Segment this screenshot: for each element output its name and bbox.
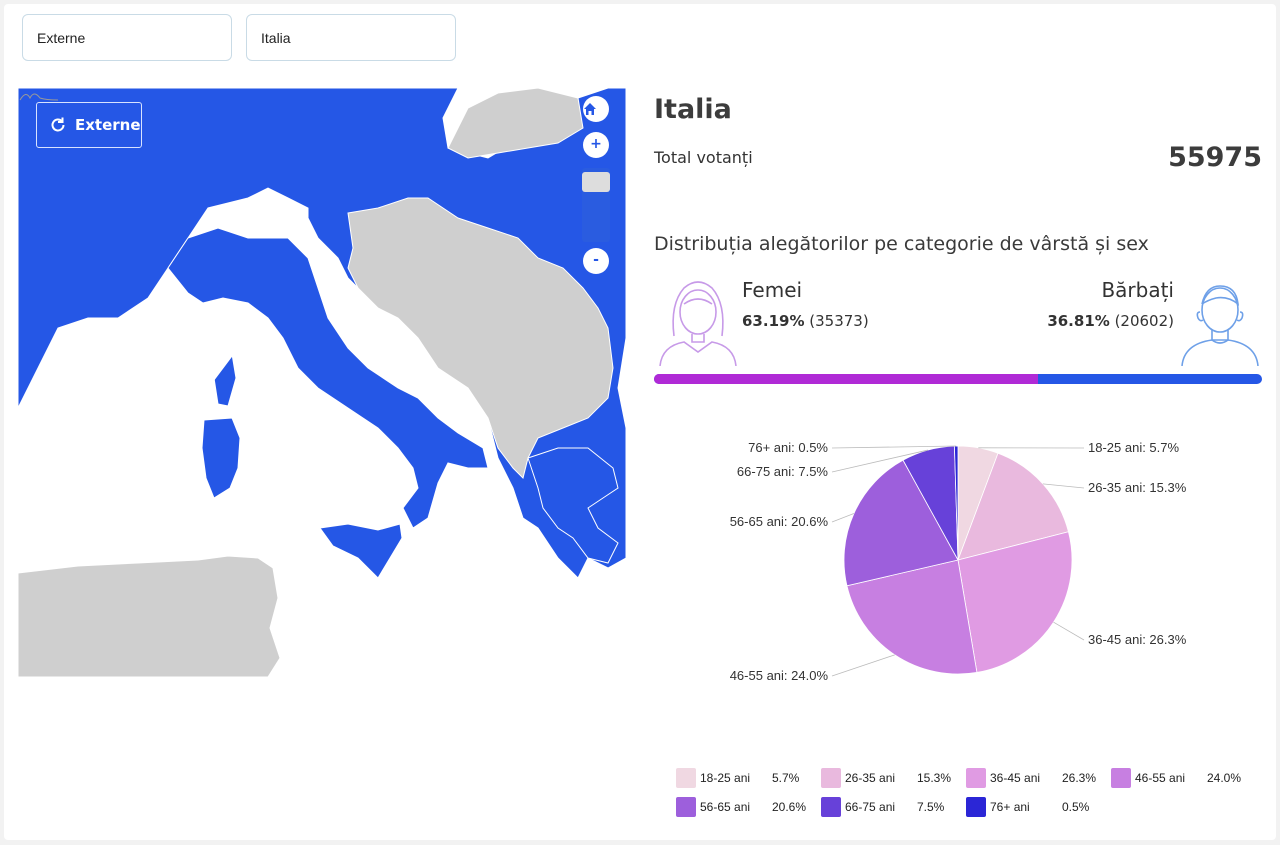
legend-swatch	[676, 768, 696, 788]
legend-item[interactable]: 26-35 ani 15.3%	[821, 766, 961, 788]
reset-view-label: Externe	[75, 116, 141, 134]
legend-percent: 5.7%	[772, 771, 800, 785]
male-count: (20602)	[1114, 312, 1174, 330]
legend-item[interactable]: 56-65 ani 20.6%	[676, 795, 816, 817]
country-title: Italia	[654, 94, 732, 125]
total-voters-label: Total votanți	[654, 148, 753, 167]
region-select[interactable]: Externe	[22, 14, 232, 61]
male-value: 36.81% (20602)	[1047, 312, 1174, 330]
legend-label: 76+ ani	[990, 800, 1030, 814]
legend-item[interactable]: 18-25 ani 5.7%	[676, 766, 816, 788]
map-canvas[interactable]	[18, 88, 626, 677]
refresh-icon	[51, 117, 65, 132]
legend-swatch	[966, 768, 986, 788]
legend-swatch	[966, 797, 986, 817]
legend-percent: 7.5%	[917, 800, 945, 814]
map-panel[interactable]: Externe + -	[18, 88, 626, 677]
map-island-sardinia	[201, 417, 241, 499]
map-island-sicily	[319, 523, 403, 579]
female-count: (35373)	[809, 312, 869, 330]
legend-item[interactable]: 76+ ani 0.5%	[966, 795, 1106, 817]
legend-percent: 15.3%	[917, 771, 952, 785]
legend-percent: 26.3%	[1062, 771, 1097, 785]
country-select[interactable]: Italia	[246, 14, 456, 61]
legend-label: 26-35 ani	[845, 771, 896, 785]
legend-percent: 0.5%	[1062, 800, 1090, 814]
gender-ratio-bar	[654, 374, 1262, 384]
total-voters-value: 55975	[1168, 142, 1262, 173]
legend-swatch	[1111, 768, 1131, 788]
pie-label: 46-55 ani: 24.0%	[730, 668, 829, 683]
legend-swatch	[821, 797, 841, 817]
legend-percent: 24.0%	[1207, 771, 1242, 785]
pie-label: 26-35 ani: 15.3%	[1088, 480, 1187, 495]
female-avatar-icon	[659, 281, 737, 366]
legend-item[interactable]: 66-75 ani 7.5%	[821, 795, 961, 817]
map-region-north-africa[interactable]	[18, 555, 281, 677]
age-pie-chart: 18-25 ani: 5.7% 26-35 ani: 15.3% 36-45 ani…	[654, 430, 1262, 710]
pie-label: 66-75 ani: 7.5%	[737, 464, 829, 479]
legend-percent: 20.6%	[772, 800, 807, 814]
pie-leader-line	[1053, 621, 1085, 641]
reset-view-button[interactable]: Externe	[36, 102, 142, 148]
male-label: Bărbați	[1101, 278, 1174, 302]
home-icon[interactable]	[583, 96, 609, 122]
legend-label: 36-45 ani	[990, 771, 1041, 785]
female-percent: 63.19%	[742, 312, 805, 330]
pie-leader-line	[1042, 483, 1085, 489]
legend-swatch	[676, 797, 696, 817]
legend-label: 66-75 ani	[845, 800, 896, 814]
pie-label: 56-65 ani: 20.6%	[730, 514, 829, 529]
legend-item[interactable]: 36-45 ani 26.3%	[966, 766, 1106, 788]
zoom-in-button[interactable]: +	[583, 132, 609, 158]
distribution-title: Distribuția alegătorilor pe categorie de…	[654, 233, 1149, 255]
pie-label: 36-45 ani: 26.3%	[1088, 632, 1187, 647]
legend-label: 46-55 ani	[1135, 771, 1186, 785]
legend-item[interactable]: 46-55 ani 24.0%	[1111, 766, 1251, 788]
map-logo-icon	[19, 93, 59, 101]
pie-label: 76+ ani: 0.5%	[748, 440, 828, 455]
female-ratio-fill	[654, 374, 1039, 384]
legend-swatch	[821, 768, 841, 788]
pie-svg: 18-25 ani: 5.7% 26-35 ani: 15.3% 36-45 ani…	[730, 440, 1187, 683]
zoom-slider-thumb[interactable]	[582, 172, 610, 192]
pie-label: 18-25 ani: 5.7%	[1088, 440, 1180, 455]
legend-label: 56-65 ani	[700, 800, 751, 814]
legend-label: 18-25 ani	[700, 771, 751, 785]
pie-leader-line	[831, 654, 895, 677]
zoom-out-button[interactable]: -	[583, 248, 609, 274]
female-value: 63.19% (35373)	[742, 312, 869, 330]
female-label: Femei	[742, 278, 803, 302]
male-avatar-icon	[1181, 285, 1259, 366]
male-percent: 36.81%	[1047, 312, 1110, 330]
